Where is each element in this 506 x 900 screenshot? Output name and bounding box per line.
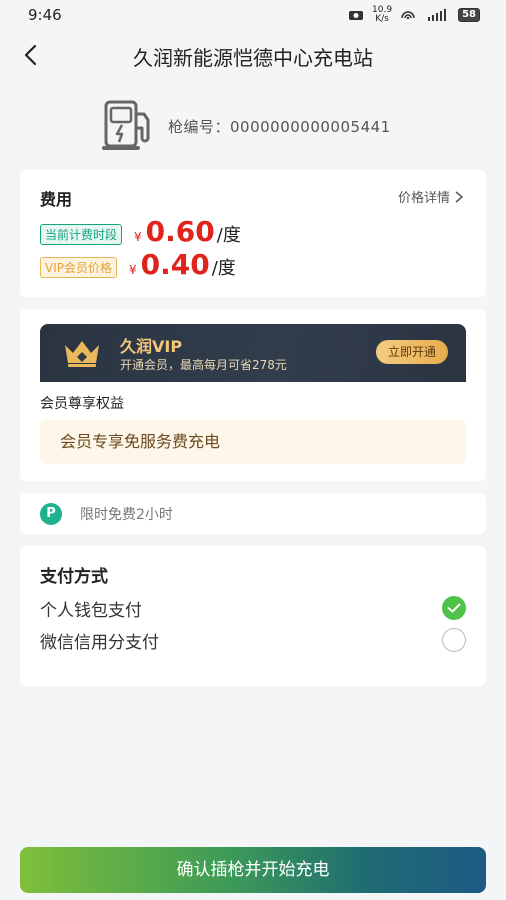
chevron-right-icon [455, 190, 464, 203]
vip-unit: /度 [211, 258, 236, 279]
status-time: 9:46 [28, 6, 62, 24]
payment-option-wechat-credit[interactable]: 微信信用分支付 [40, 626, 466, 654]
vip-benefits-title: 会员尊享权益 [40, 396, 124, 412]
vip-title: 久润VIP [120, 337, 183, 356]
payment-option-label: 个人钱包支付 [40, 600, 142, 621]
current-yen: ¥ [134, 230, 142, 244]
price-detail-link[interactable]: 价格详情 [398, 187, 464, 206]
unchecked-radio-icon[interactable] [442, 628, 466, 652]
current-price: 0.60 [145, 215, 215, 248]
payment-card: 支付方式 个人钱包支付 微信信用分支付 [20, 546, 486, 686]
fee-card: 费用 价格详情 当前计费时段 ¥ 0.60 /度 VIP会员价格 ¥ 0.40 … [20, 170, 486, 297]
vip-yen: ¥ [129, 263, 137, 277]
parking-text: 限时免费2小时 [80, 506, 173, 523]
payment-option-wallet[interactable]: 个人钱包支付 [40, 594, 466, 622]
gun-number: 枪编号：0000000000005441 [168, 117, 391, 136]
back-arrow-icon[interactable] [18, 42, 44, 68]
price-detail-label: 价格详情 [397, 191, 450, 206]
current-period-tag: 当前计费时段 [40, 224, 123, 245]
vip-price: 0.40 [140, 248, 210, 281]
status-bar: 9:46 10.9 K/s 58 [0, 0, 506, 30]
open-vip-button[interactable]: 立即开通 [375, 340, 448, 364]
hotspot-icon [401, 11, 415, 20]
vip-price-tag: VIP会员价格 [40, 257, 117, 278]
parking-card: P 限时免费2小时 [20, 493, 486, 534]
signal-icon [428, 9, 447, 21]
parking-icon: P [40, 502, 62, 525]
vip-benefit: 会员专享免服务费充电 [40, 420, 466, 464]
current-unit: /度 [216, 225, 241, 246]
payment-title: 支付方式 [40, 567, 108, 587]
checked-radio-icon[interactable] [442, 596, 466, 620]
confirm-start-charging-button[interactable]: 确认插枪并开始充电 [20, 847, 486, 893]
vip-price-row: VIP会员价格 ¥ 0.40 /度 [40, 251, 236, 280]
net-speed: 10.9 K/s [372, 5, 393, 24]
status-icons: 10.9 K/s 58 [348, 6, 480, 24]
camera-icon [349, 11, 364, 20]
crown-icon [65, 341, 99, 367]
payment-option-label: 微信信用分支付 [40, 632, 159, 653]
battery-icon: 58 [458, 8, 480, 22]
vip-subtitle: 开通会员，最高每月可省278元 [120, 358, 287, 372]
charging-station-icon [102, 100, 150, 150]
fee-title: 费用 [40, 190, 73, 209]
gun-info: 枪编号：0000000000005441 [100, 98, 391, 154]
vip-card: 久润VIP 开通会员，最高每月可省278元 立即开通 会员尊享权益 会员专享免服… [20, 309, 486, 481]
vip-banner[interactable]: 久润VIP 开通会员，最高每月可省278元 立即开通 [40, 324, 466, 382]
header: 久润新能源恺德中心充电站 [0, 30, 506, 82]
page-title: 久润新能源恺德中心充电站 [133, 45, 373, 70]
current-price-row: 当前计费时段 ¥ 0.60 /度 [40, 218, 241, 247]
